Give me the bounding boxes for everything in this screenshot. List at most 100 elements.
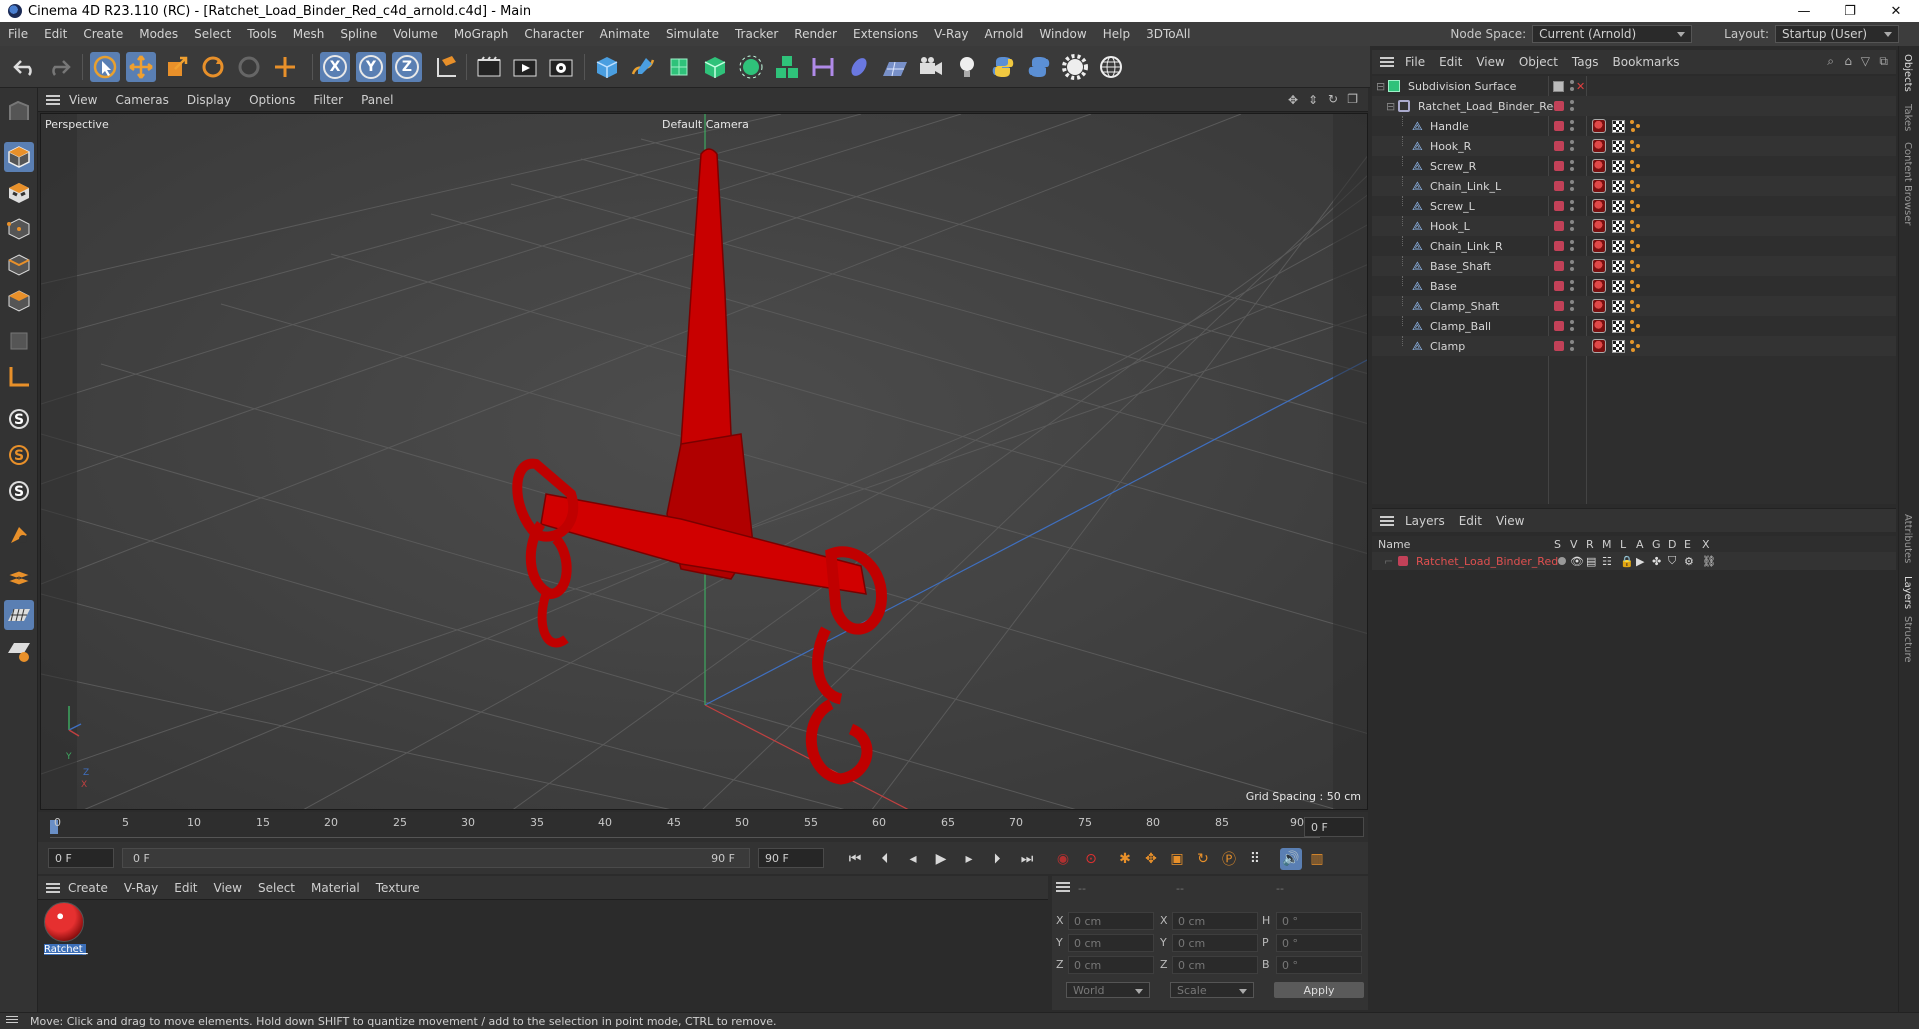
tree-row-group[interactable]: ⊟ Ratchet_Load_Binder_Red [1372, 96, 1896, 116]
gear-icon[interactable] [1060, 52, 1090, 82]
previous-frame-icon[interactable]: ◂ [902, 848, 924, 870]
layer-color-swatch[interactable] [1554, 321, 1564, 331]
material-menu-view[interactable]: View [206, 881, 250, 895]
vertex-tag-icon[interactable] [1630, 260, 1642, 272]
menu-tracker[interactable]: Tracker [727, 27, 786, 41]
go-to-start-icon[interactable]: ⏮ [844, 848, 866, 870]
floor-grid-icon[interactable] [880, 52, 910, 82]
tree-row-object[interactable]: ⟁ Hook_R [1372, 136, 1896, 156]
viewport-rotate-icon[interactable]: ↻ [1328, 92, 1338, 106]
texture-mode-icon[interactable] [4, 178, 34, 208]
menu-3dtoall[interactable]: 3DToAll [1138, 27, 1198, 41]
layer-color-swatch[interactable] [1554, 241, 1564, 251]
visibility-dots-icon[interactable] [1570, 240, 1574, 252]
rot-b-field[interactable]: 0 ° [1276, 956, 1362, 974]
uvw-tag-icon[interactable] [1612, 279, 1625, 293]
render-settings-icon[interactable] [546, 52, 576, 82]
menu-vray[interactable]: V-Ray [926, 27, 976, 41]
vertex-tag-icon[interactable] [1630, 320, 1642, 332]
next-frame-icon[interactable]: ▸ [958, 848, 980, 870]
vertex-tag-icon[interactable] [1630, 240, 1642, 252]
visibility-dots-icon[interactable] [1570, 300, 1574, 312]
uvw-tag-icon[interactable] [1612, 339, 1625, 353]
recent-tool-icon[interactable] [234, 52, 264, 82]
layer-color-swatch[interactable] [1554, 301, 1564, 311]
workplane-icon[interactable] [4, 362, 34, 392]
uvw-tag-icon[interactable] [1612, 319, 1625, 333]
menu-window[interactable]: Window [1031, 27, 1094, 41]
camera-icon[interactable] [916, 52, 946, 82]
object-menu-tags[interactable]: Tags [1565, 55, 1606, 69]
new-window-icon[interactable]: ⧉ [1879, 54, 1888, 69]
viewport-3d[interactable]: Perspective Default Camera Grid Spacing … [40, 113, 1368, 810]
visibility-dots-icon[interactable] [1570, 80, 1574, 92]
tree-row-object[interactable]: ⟁ Chain_Link_R [1372, 236, 1896, 256]
visibility-dots-icon[interactable] [1570, 340, 1574, 352]
material-tag-icon[interactable] [1592, 179, 1606, 193]
tree-row-object[interactable]: ⟁ Screw_R [1372, 156, 1896, 176]
cloner-icon[interactable] [736, 52, 766, 82]
home-icon[interactable]: ⌂ [1844, 54, 1852, 68]
light-icon[interactable] [952, 52, 982, 82]
object-menu-bookmarks[interactable]: Bookmarks [1606, 55, 1687, 69]
hamburger-icon[interactable] [46, 94, 60, 105]
material-tag-icon[interactable] [1592, 139, 1606, 153]
menu-simulate[interactable]: Simulate [658, 27, 727, 41]
grid-snap-icon[interactable] [4, 636, 34, 666]
node-space-dropdown[interactable]: Current (Arnold) [1532, 25, 1693, 43]
object-menu-view[interactable]: View [1469, 55, 1511, 69]
x-axis-lock-button[interactable]: X [320, 52, 350, 82]
pos-y-field[interactable]: 0 cm [1068, 934, 1154, 952]
visibility-dots-icon[interactable] [1570, 200, 1574, 212]
visibility-dots-icon[interactable] [1570, 280, 1574, 292]
viewport-zoom-icon[interactable]: ⇕ [1308, 93, 1318, 107]
render-view-icon[interactable] [510, 52, 540, 82]
hamburger-icon[interactable] [1056, 882, 1070, 892]
material-tag-icon[interactable] [1592, 279, 1606, 293]
tab-attributes[interactable]: Attributes [1902, 514, 1913, 563]
layer-row[interactable]: ⌐ Ratchet_Load_Binder_Red 👁 ▤ ☷ 🔒 ▶ ✤ ⛉ … [1372, 552, 1896, 570]
visibility-dots-icon[interactable] [1570, 120, 1574, 132]
tree-row-object[interactable]: ⟁ Screw_L [1372, 196, 1896, 216]
material-tag-icon[interactable] [1592, 239, 1606, 253]
expression-icon[interactable]: ⚙ [1684, 555, 1694, 568]
keyframe-selection-icon[interactable]: ✱ [1114, 848, 1136, 870]
frame-range-slider[interactable]: 0 F 90 F [122, 848, 750, 868]
material-menu-texture[interactable]: Texture [368, 881, 428, 895]
layer-color-swatch[interactable] [1554, 161, 1564, 171]
tweak-mode-icon[interactable] [4, 520, 34, 550]
menu-spline[interactable]: Spline [332, 27, 385, 41]
viewport-move-icon[interactable]: ✥ [1288, 93, 1298, 107]
mograph-cubes-icon[interactable] [772, 52, 802, 82]
timeline-window-icon[interactable]: ▥ [1306, 848, 1328, 870]
layers-menu-view[interactable]: View [1489, 514, 1531, 528]
menu-tools[interactable]: Tools [239, 27, 285, 41]
uvw-tag-icon[interactable] [1612, 259, 1625, 273]
material-tag-icon[interactable] [1592, 319, 1606, 333]
eye-icon[interactable]: 👁 [1570, 555, 1584, 568]
tab-layers[interactable]: Layers [1902, 576, 1913, 609]
tree-row-object[interactable]: ⟁ Clamp_Ball [1372, 316, 1896, 336]
material-tag-icon[interactable] [1592, 159, 1606, 173]
key-position-icon[interactable]: ✥ [1140, 848, 1162, 870]
quantize-icon[interactable]: S [4, 476, 34, 506]
grid-floor-icon[interactable] [4, 600, 34, 630]
key-pla-icon[interactable]: ⠿ [1244, 848, 1266, 870]
generator-icon[interactable]: ✤ [1652, 555, 1661, 568]
field-icon[interactable] [844, 52, 874, 82]
material-menu-edit[interactable]: Edit [166, 881, 205, 895]
apply-button[interactable]: Apply [1274, 982, 1364, 998]
vertex-tag-icon[interactable] [1630, 160, 1642, 172]
uvw-tag-icon[interactable] [1612, 139, 1625, 153]
menu-render[interactable]: Render [786, 27, 845, 41]
key-parameter-icon[interactable]: Ⓟ [1218, 848, 1240, 870]
layer-color-swatch[interactable] [1554, 181, 1564, 191]
visibility-dots-icon[interactable] [1570, 260, 1574, 272]
coordinate-mode-dropdown[interactable]: World [1066, 982, 1150, 998]
start-frame-field[interactable]: 0 F [48, 848, 114, 868]
material-tag-icon[interactable] [1592, 259, 1606, 273]
size-z-field[interactable]: 0 cm [1172, 956, 1258, 974]
vertex-tag-icon[interactable] [1630, 120, 1642, 132]
subdivision-surface-icon[interactable] [664, 52, 694, 82]
go-to-end-icon[interactable]: ⏭ [1016, 848, 1038, 870]
